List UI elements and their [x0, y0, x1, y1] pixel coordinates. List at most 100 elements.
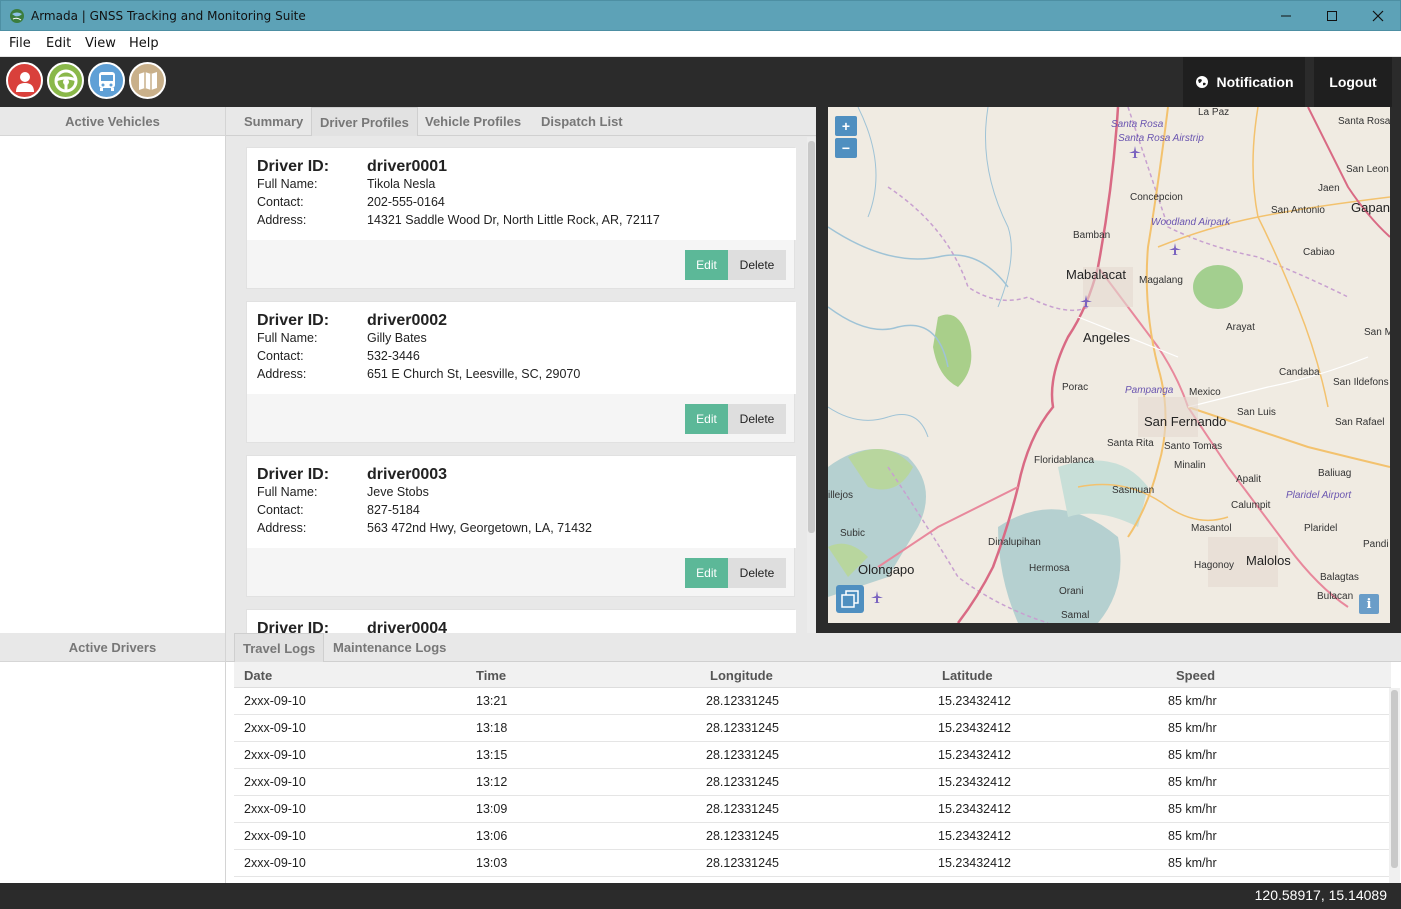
table-row[interactable]: 2xxx-09-10 13:21 28.12331245 15.23432412… [234, 688, 1391, 715]
address-label: Address: [257, 521, 307, 535]
driving-nav-button[interactable] [47, 62, 84, 99]
notification-button[interactable]: Notification [1183, 57, 1305, 107]
full-name-label: Full Name: [257, 485, 318, 499]
menu-file[interactable]: File [9, 36, 31, 51]
tab-driver-profiles[interactable]: Driver Profiles [311, 107, 418, 136]
tab-summary[interactable]: Summary [236, 107, 311, 136]
close-button[interactable] [1355, 1, 1401, 31]
map-label: Angeles [1083, 330, 1130, 345]
zoom-in-button[interactable]: + [835, 116, 857, 136]
minimize-button[interactable] [1263, 1, 1309, 31]
map-label: Sasmuan [1112, 485, 1155, 496]
tab-vehicle-profiles[interactable]: Vehicle Profiles [417, 107, 529, 136]
cell-latitude: 15.23432412 [938, 829, 1011, 843]
map-label: San Luis [1237, 407, 1276, 418]
map-label: San Fernando [1144, 414, 1227, 429]
airport-icon [871, 591, 883, 603]
map-label: Santa Rosa [1338, 116, 1390, 127]
header-date[interactable]: Date [244, 668, 272, 683]
header-time[interactable]: Time [476, 668, 506, 683]
map-label: San M [1364, 327, 1390, 338]
delete-button[interactable]: Delete [728, 558, 786, 588]
map-view[interactable]: La Paz Santa Rosa Santa Rosa Airstrip Sa… [828, 107, 1390, 623]
header-speed[interactable]: Speed [1176, 668, 1215, 683]
cell-latitude: 15.23432412 [938, 694, 1011, 708]
logout-button[interactable]: Logout [1314, 57, 1392, 107]
cell-longitude: 28.12331245 [706, 856, 779, 870]
cell-speed: 85 km/hr [1168, 775, 1217, 789]
cell-date: 2xxx-09-10 [244, 829, 306, 843]
driver-card-info: Driver ID: driver0004 [247, 610, 796, 633]
scrollbar-thumb[interactable] [808, 141, 815, 533]
app-globe-icon [10, 9, 24, 23]
table-header-row: Date Time Longitude Latitude Speed [234, 662, 1391, 688]
vehicles-nav-button[interactable] [88, 62, 125, 99]
driver-id-label: Driver ID: [257, 158, 330, 175]
contact-label: Contact: [257, 503, 304, 517]
map-label: San Antonio [1271, 205, 1325, 216]
driver-card-info: Driver ID: driver0003 Full Name: Jeve St… [247, 456, 796, 548]
cell-longitude: 28.12331245 [706, 694, 779, 708]
menu-view[interactable]: View [85, 36, 116, 51]
table-row[interactable]: 2xxx-09-10 13:09 28.12331245 15.23432412… [234, 796, 1391, 823]
window-title: Armada | GNSS Tracking and Monitoring Su… [31, 9, 306, 23]
driver-card: Driver ID: driver0001 Full Name: Tikola … [246, 147, 796, 289]
map-label: Santa Rosa [1111, 119, 1164, 130]
drivers-nav-button[interactable] [6, 62, 43, 99]
menu-edit[interactable]: Edit [46, 36, 71, 51]
edit-button[interactable]: Edit [685, 558, 728, 588]
logs-scrollbar[interactable] [1389, 688, 1400, 883]
driver-card: Driver ID: driver0002 Full Name: Gilly B… [246, 301, 796, 443]
map-label: Santa Rita [1107, 438, 1154, 449]
map-label: San Rafael [1335, 417, 1385, 428]
menu-help[interactable]: Help [129, 36, 159, 51]
cell-date: 2xxx-09-10 [244, 694, 306, 708]
tab-travel-logs[interactable]: Travel Logs [234, 633, 325, 662]
map-nav-button[interactable] [129, 62, 166, 99]
cell-speed: 85 km/hr [1168, 829, 1217, 843]
cell-latitude: 15.23432412 [938, 802, 1011, 816]
map-info-button[interactable]: i [1359, 594, 1379, 614]
header-longitude[interactable]: Longitude [710, 668, 773, 683]
full-name-label: Full Name: [257, 177, 318, 191]
table-row[interactable]: 2xxx-09-10 13:03 28.12331245 15.23432412… [234, 850, 1391, 877]
driver-card: Driver ID: driver0004 [246, 609, 796, 633]
driver-profiles-list[interactable]: Driver ID: driver0001 Full Name: Tikola … [226, 137, 816, 633]
tab-maintenance-logs[interactable]: Maintenance Logs [325, 633, 454, 662]
full-name-value: Tikola Nesla [367, 177, 436, 191]
edit-button[interactable]: Edit [685, 404, 728, 434]
layers-button[interactable] [836, 585, 864, 613]
maximize-button[interactable] [1309, 1, 1355, 31]
table-row[interactable]: 2xxx-09-10 13:18 28.12331245 15.23432412… [234, 715, 1391, 742]
user-icon [15, 71, 34, 92]
cell-time: 13:12 [476, 775, 508, 789]
header-latitude[interactable]: Latitude [942, 668, 993, 683]
address-label: Address: [257, 213, 307, 227]
delete-button[interactable]: Delete [728, 250, 786, 280]
driver-id-label: Driver ID: [257, 620, 330, 633]
map-label: Cabiao [1303, 247, 1335, 258]
cell-latitude: 15.23432412 [938, 856, 1011, 870]
address-value: 651 E Church St, Leesville, SC, 29070 [367, 367, 581, 381]
map-label: San Leon [1346, 164, 1389, 175]
driver-id-label: Driver ID: [257, 312, 330, 329]
scrollbar-thumb[interactable] [1391, 690, 1398, 868]
address-value: 563 472nd Hwy, Georgetown, LA, 71432 [367, 521, 592, 535]
table-row[interactable]: 2xxx-09-10 13:12 28.12331245 15.23432412… [234, 769, 1391, 796]
map-label: Samal [1061, 610, 1090, 621]
delete-button[interactable]: Delete [728, 404, 786, 434]
contact-value: 202-555-0164 [367, 195, 445, 209]
driver-card: Driver ID: driver0003 Full Name: Jeve St… [246, 455, 796, 597]
zoom-out-button[interactable]: − [835, 138, 857, 158]
bottom-tab-bar: Travel Logs Maintenance Logs [226, 633, 1401, 662]
edit-button[interactable]: Edit [685, 250, 728, 280]
table-row[interactable]: 2xxx-09-10 13:06 28.12331245 15.23432412… [234, 823, 1391, 850]
tab-dispatch-list[interactable]: Dispatch List [533, 107, 631, 136]
profiles-scrollbar[interactable] [807, 137, 816, 633]
map-label: Olongapo [858, 562, 915, 577]
cell-date: 2xxx-09-10 [244, 748, 306, 762]
bus-icon [98, 71, 115, 91]
active-drivers-header: Active Drivers [0, 633, 225, 662]
map-label: Masantol [1191, 523, 1232, 534]
table-row[interactable]: 2xxx-09-10 13:15 28.12331245 15.23432412… [234, 742, 1391, 769]
